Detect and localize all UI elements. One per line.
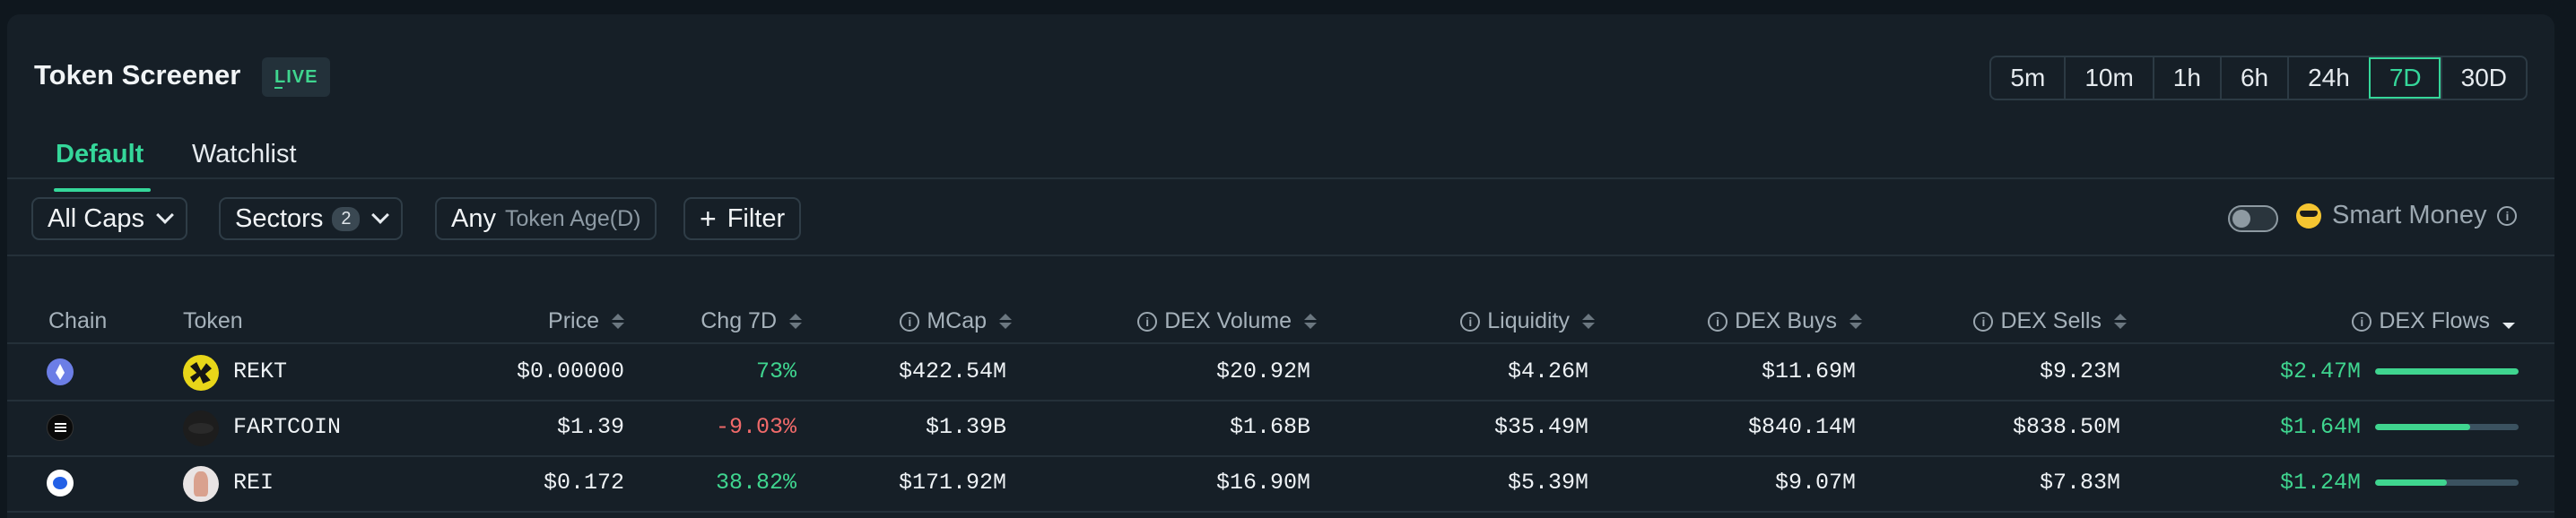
price-cell: $0.00000 — [516, 358, 624, 384]
tab-default[interactable]: Default — [56, 140, 144, 169]
timeframe-1h[interactable]: 1h — [2152, 57, 2220, 99]
table-row[interactable]: REI $0.172 38.82% $171.92M $16.90M $5.39… — [7, 455, 2554, 511]
sort-desc-icon — [2502, 314, 2515, 329]
liquidity-cell: $35.49M — [1493, 414, 1588, 440]
smart-money-toggle[interactable] — [2228, 205, 2278, 232]
dex-flows-cell: $1.24M — [2279, 470, 2361, 496]
dex-buys-cell: $840.14M — [1747, 414, 1856, 440]
token-name[interactable]: FARTCOIN — [233, 400, 341, 455]
column-dex-flows[interactable]: i DEX Flows — [2352, 308, 2515, 334]
divider — [7, 177, 2554, 179]
sectors-count-badge: 2 — [332, 206, 361, 231]
column-dex-sells[interactable]: i DEX Sells — [1973, 308, 2127, 334]
smart-money: Smart Money i — [2296, 201, 2518, 230]
chevron-down-icon — [156, 206, 174, 224]
plus-icon: + — [700, 202, 717, 235]
token-avatar — [183, 466, 219, 502]
timeframe-7d[interactable]: 7D — [2368, 57, 2441, 99]
info-icon[interactable]: i — [1460, 311, 1481, 332]
info-icon[interactable]: i — [900, 311, 920, 332]
divider — [7, 511, 2554, 513]
token-avatar — [183, 410, 219, 446]
sectors-label: Sectors — [235, 203, 324, 233]
ethereum-icon — [47, 358, 74, 385]
column-token: Token — [183, 308, 243, 333]
token-name[interactable]: REI — [233, 455, 274, 511]
token-age-value: Any — [451, 203, 496, 233]
column-mcap[interactable]: i MCap — [900, 308, 1012, 334]
caps-label: All Caps — [48, 203, 144, 233]
dex-flow-bar — [2375, 368, 2519, 375]
timeframe-5m[interactable]: 5m — [1991, 57, 2064, 99]
divider — [7, 255, 2554, 256]
filter-button[interactable]: + Filter — [683, 197, 802, 240]
liquidity-cell: $4.26M — [1507, 358, 1588, 384]
timeframe-30d[interactable]: 30D — [2440, 57, 2526, 99]
mcap-cell: $171.92M — [898, 470, 1006, 496]
sort-icon — [2114, 314, 2127, 329]
timeframe-6h[interactable]: 6h — [2219, 57, 2287, 99]
column-liquidity[interactable]: i Liquidity — [1460, 308, 1595, 334]
price-cell: $1.39 — [556, 414, 624, 440]
change-cell: 38.82% — [715, 470, 796, 496]
info-icon[interactable]: i — [1973, 311, 1994, 332]
column-dex-buys[interactable]: i DEX Buys — [1708, 308, 1862, 334]
timeframe-24h[interactable]: 24h — [2287, 57, 2369, 99]
chevron-down-icon — [371, 206, 390, 224]
caps-dropdown[interactable]: All Caps — [31, 197, 187, 240]
timeframe-selector: 5m 10m 1h 6h 24h 7D 30D — [1989, 56, 2528, 100]
filter-label: Filter — [727, 203, 786, 233]
page-title: Token Screener — [34, 59, 241, 91]
sort-icon — [999, 314, 1012, 329]
price-cell: $0.172 — [543, 470, 624, 496]
base-icon — [47, 470, 74, 496]
live-badge: LIVE — [262, 57, 331, 97]
tab-watchlist[interactable]: Watchlist — [192, 140, 297, 169]
sort-icon — [1304, 314, 1317, 329]
mcap-cell: $1.39B — [925, 414, 1006, 440]
info-icon[interactable]: i — [2497, 205, 2518, 226]
token-age-filter[interactable]: Any Token Age(D) — [435, 197, 657, 240]
sort-icon — [789, 314, 802, 329]
table-row[interactable]: FARTCOIN $1.39 -9.03% $1.39B $1.68B $35.… — [7, 400, 2554, 455]
info-icon[interactable]: i — [2352, 311, 2372, 332]
dex-volume-cell: $20.92M — [1215, 358, 1310, 384]
change-cell: 73% — [755, 358, 796, 384]
mcap-cell: $422.54M — [898, 358, 1006, 384]
dex-sells-cell: $9.23M — [2039, 358, 2120, 384]
column-dex-volume[interactable]: i DEX Volume — [1137, 308, 1317, 334]
sectors-dropdown[interactable]: Sectors 2 — [219, 197, 404, 240]
dex-buys-cell: $9.07M — [1774, 470, 1856, 496]
dex-sells-cell: $7.83M — [2039, 470, 2120, 496]
dex-volume-cell: $16.90M — [1215, 470, 1310, 496]
active-tab-indicator — [54, 188, 151, 192]
dex-buys-cell: $11.69M — [1761, 358, 1856, 384]
solana-icon — [47, 414, 74, 441]
dex-flow-bar — [2375, 424, 2519, 430]
info-icon[interactable]: i — [1137, 311, 1158, 332]
token-screener-panel: Token Screener LIVE 5m 10m 1h 6h 24h 7D … — [7, 14, 2554, 518]
dex-volume-cell: $1.68B — [1229, 414, 1310, 440]
column-price[interactable]: Price — [548, 308, 624, 334]
sort-icon — [1849, 314, 1862, 329]
sort-icon — [612, 314, 624, 329]
dex-flows-cell: $2.47M — [2279, 358, 2361, 384]
sort-icon — [1582, 314, 1595, 329]
liquidity-cell: $5.39M — [1507, 470, 1588, 496]
column-chg[interactable]: Chg 7D — [701, 308, 802, 334]
token-age-label: Token Age(D) — [504, 205, 641, 231]
dex-flows-cell: $1.64M — [2279, 414, 2361, 440]
dex-sells-cell: $838.50M — [2012, 414, 2120, 440]
info-icon[interactable]: i — [1708, 311, 1728, 332]
column-chain: Chain — [48, 308, 108, 333]
sunglasses-emoji-icon — [2296, 203, 2321, 229]
dex-flow-bar — [2375, 479, 2519, 486]
smart-money-label: Smart Money — [2332, 201, 2487, 229]
token-name[interactable]: REKT — [233, 344, 287, 400]
change-cell: -9.03% — [715, 414, 796, 440]
timeframe-10m[interactable]: 10m — [2064, 57, 2152, 99]
token-avatar — [183, 355, 219, 391]
table-row[interactable]: REKT $0.00000 73% $422.54M $20.92M $4.26… — [7, 344, 2554, 400]
